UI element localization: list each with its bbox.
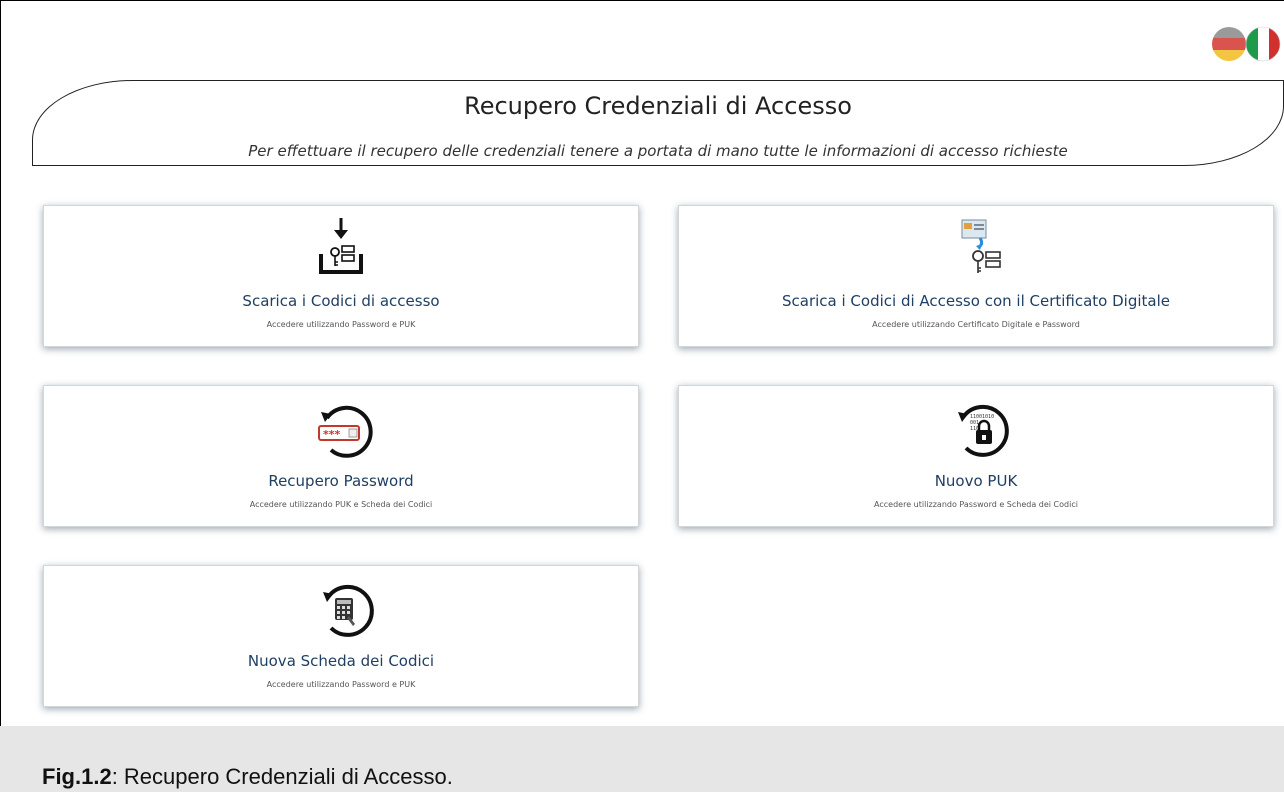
tile-description: Accedere utilizzando PUK e Scheda dei Co…: [249, 500, 433, 509]
italian-flag-icon[interactable]: [1245, 26, 1281, 62]
german-flag-icon[interactable]: [1211, 26, 1247, 62]
tile-description: Accedere utilizzando Password e Scheda d…: [874, 500, 1078, 509]
tile-download-codes-certificate[interactable]: Scarica i Codici di Accesso con il Certi…: [678, 205, 1274, 347]
tile-title: Scarica i Codici di Accesso con il Certi…: [781, 292, 1171, 310]
download-codes-icon: [319, 218, 363, 274]
language-switcher: [1211, 26, 1281, 62]
tile-title: Recupero Password: [268, 472, 414, 490]
tile-new-puk[interactable]: 11001010 001 110 Nuovo PUK Accedere util…: [678, 385, 1274, 527]
new-puk-lock-icon: 11001010 001 110: [958, 404, 1009, 457]
page-subtitle: Per effettuare il recupero delle credenz…: [248, 142, 1068, 160]
figure-caption: Fig.1.2: Recupero Credenziali di Accesso…: [42, 764, 453, 790]
tile-password-recovery[interactable]: *** Recupero Password Accedere utilizzan…: [43, 385, 639, 527]
figure-label: Fig.1.2: [42, 764, 112, 789]
page-title: Recupero Credenziali di Accesso: [464, 92, 852, 120]
tile-description: Accedere utilizzando Password e PUK: [266, 320, 416, 329]
tile-new-code-card[interactable]: Nuova Scheda dei Codici Accedere utilizz…: [43, 565, 639, 707]
figure-caption-text: : Recupero Credenziali di Accesso.: [111, 764, 453, 789]
new-code-card-icon: [323, 584, 374, 637]
tile-title: Nuova Scheda dei Codici: [247, 652, 435, 670]
password-recovery-icon: ***: [318, 405, 373, 458]
certificate-key-icon: [961, 219, 1001, 273]
tile-title: Scarica i Codici di accesso: [242, 292, 440, 310]
svg-text:***: ***: [323, 428, 341, 441]
tile-download-codes[interactable]: Scarica i Codici di accesso Accedere uti…: [43, 205, 639, 347]
tile-description: Accedere utilizzando Certificato Digital…: [872, 320, 1080, 329]
tile-title: Nuovo PUK: [934, 472, 1018, 490]
tile-description: Accedere utilizzando Password e PUK: [266, 680, 416, 689]
